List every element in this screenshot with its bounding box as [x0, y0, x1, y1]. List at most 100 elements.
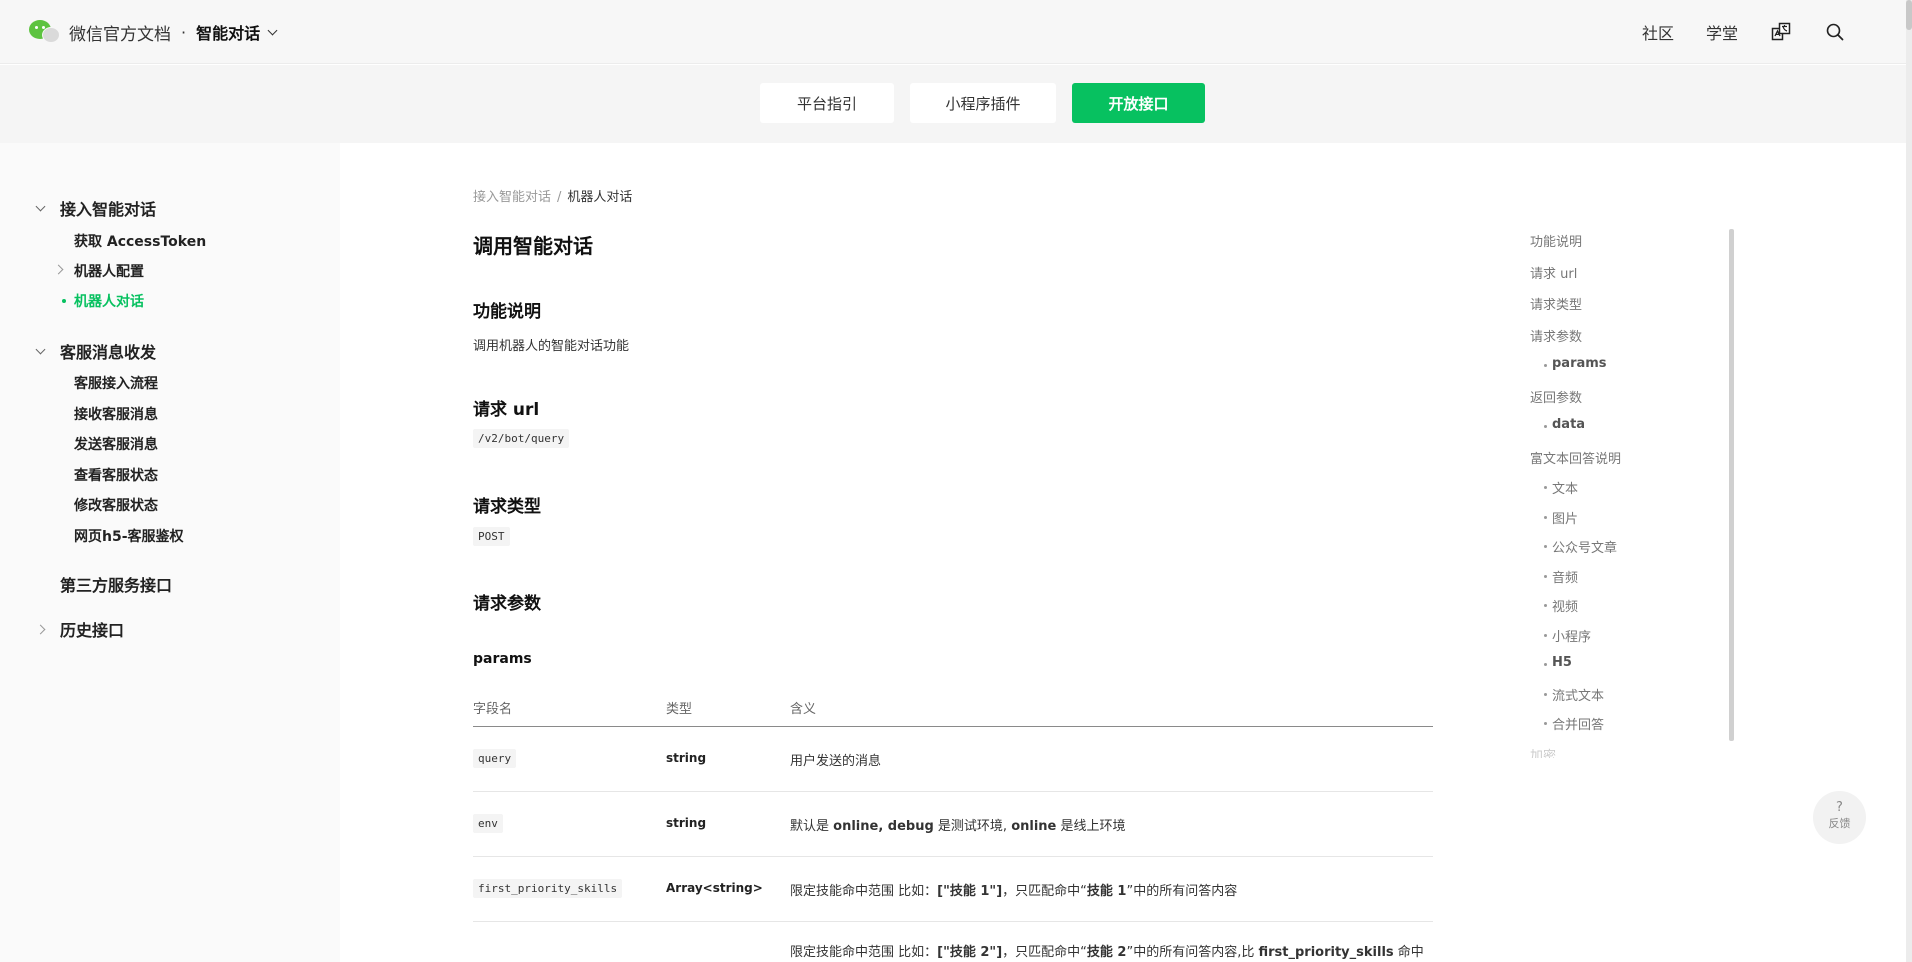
breadcrumb-current: 机器人对话: [567, 190, 633, 205]
desc-keyword: 技能 2: [1086, 945, 1127, 960]
toc-subitem[interactable]: 图片: [1544, 508, 1578, 527]
desc-keyword: 技能 1: [1086, 884, 1127, 899]
sidebar-item-cs-modify[interactable]: 修改客服状态: [74, 495, 158, 515]
field-name: env: [473, 814, 503, 833]
brand[interactable]: 微信官方文档 · 智能对话: [29, 18, 278, 46]
section-switcher[interactable]: 智能对话: [196, 20, 278, 44]
sidebar-item-access-token[interactable]: 获取 AccessToken: [74, 231, 206, 251]
breadcrumb-separator: /: [557, 190, 562, 205]
desc-text: 限定技能命中范围 比如：: [790, 884, 938, 899]
sidebar-item-cs-send[interactable]: 发送客服消息: [74, 434, 158, 454]
tab-open-api[interactable]: 开放接口: [1072, 83, 1205, 123]
chevron-down-icon: [267, 25, 278, 35]
translate-icon[interactable]: [1770, 21, 1792, 43]
toc-item[interactable]: 富文本回答说明: [1530, 448, 1621, 467]
toc-subitem-label: params: [1552, 356, 1607, 371]
search-icon[interactable]: [1824, 21, 1846, 43]
toc-subitem[interactable]: 视频: [1544, 596, 1578, 615]
section-name: 智能对话: [196, 24, 261, 43]
toc-subitem-label: 小程序: [1552, 630, 1592, 645]
sidebar-item-cs-receive[interactable]: 接收客服消息: [74, 404, 158, 424]
field-description: 用户发送的消息: [790, 754, 882, 769]
field-description: 限定技能命中范围 比如：["技能 1"]，只匹配命中“技能 1”中的所有问答内容: [790, 880, 1237, 899]
toc-subitem-label: 流式文本: [1552, 689, 1605, 704]
category-tabbar: 平台指引 小程序插件 开放接口: [0, 65, 1906, 143]
tab-miniprogram-plugin[interactable]: 小程序插件: [910, 83, 1056, 123]
header-nav: 社区 学堂: [1610, 20, 1846, 44]
nav-academy[interactable]: 学堂: [1706, 20, 1738, 44]
left-sidebar: 接入智能对话 获取 AccessToken 机器人配置 机器人对话 客服消息收发…: [0, 143, 340, 962]
toc-subitem[interactable]: 合并回答: [1544, 714, 1604, 733]
window-scrollbar[interactable]: [1906, 0, 1912, 962]
sidebar-group-label: 接入智能对话: [60, 200, 157, 219]
page-title: 调用智能对话: [473, 234, 593, 258]
sidebar-item-cs-status[interactable]: 查看客服状态: [74, 465, 158, 485]
section-heading-method: 请求类型: [473, 497, 541, 517]
field-name: first_priority_skills: [473, 879, 623, 898]
brand-name[interactable]: 微信官方文档: [69, 20, 171, 45]
sidebar-item-bot-config[interactable]: 机器人配置: [74, 261, 144, 281]
field-name: query: [473, 749, 517, 768]
toc-subitem[interactable]: 音频: [1544, 567, 1578, 586]
request-method-code: POST: [473, 527, 510, 546]
field-description: 默认是 online, debug 是测试环境, online 是线上环境: [790, 815, 1126, 834]
window-scrollbar-thumb[interactable]: [1906, 0, 1912, 30]
sidebar-group-history[interactable]: 历史接口: [32, 617, 124, 641]
brand-separator: ·: [181, 22, 187, 42]
params-heading: params: [473, 651, 532, 667]
feedback-button[interactable]: ? 反馈: [1813, 791, 1866, 844]
desc-text: 命中: [1393, 945, 1424, 960]
desc-keyword: first_priority_skills: [1258, 945, 1394, 960]
tab-platform-guide[interactable]: 平台指引: [760, 83, 894, 123]
toc-subitem[interactable]: 流式文本: [1544, 685, 1604, 704]
sidebar-item-cs-flow[interactable]: 客服接入流程: [74, 373, 158, 393]
table-row: env string 默认是 online, debug 是测试环境, onli…: [473, 792, 1433, 857]
category-tabs: 平台指引 小程序插件 开放接口: [760, 83, 1221, 123]
toc-item[interactable]: 请求 url: [1530, 263, 1577, 282]
toc-subitem[interactable]: params: [1544, 356, 1607, 371]
toc-item[interactable]: 请求类型: [1530, 294, 1582, 313]
table-of-contents: 功能说明 请求 url 请求类型 请求参数 params 返回参数 data 富…: [1530, 228, 1740, 758]
field-type: string: [666, 816, 707, 830]
sidebar-group-connect[interactable]: 接入智能对话: [32, 196, 156, 220]
feedback-label: 反馈: [1828, 817, 1851, 830]
question-mark-icon: ?: [1836, 800, 1843, 815]
request-url-code: /v2/bot/query: [473, 429, 570, 448]
sidebar-item-bot-chat[interactable]: 机器人对话: [74, 291, 144, 311]
column-header-field: 字段名: [473, 702, 513, 717]
desc-text: 是测试环境,: [933, 819, 1012, 834]
breadcrumb-parent[interactable]: 接入智能对话: [473, 190, 551, 205]
nav-community[interactable]: 社区: [1642, 20, 1674, 44]
table-row: 限定技能命中范围 比如：["技能 2"]，只匹配命中“技能 2”中的所有问答内容…: [473, 922, 1433, 962]
desc-keyword: ["技能 2"]: [937, 945, 1003, 960]
sidebar-item-cs-h5-auth[interactable]: 网页h5-客服鉴权: [74, 526, 184, 546]
toc-subitem-label: H5: [1552, 655, 1572, 670]
toc-item[interactable]: 加密: [1530, 745, 1556, 758]
toc-scrollbar[interactable]: [1729, 229, 1734, 741]
toc-item[interactable]: 功能说明: [1530, 231, 1582, 250]
toc-subitem[interactable]: 文本: [1544, 478, 1578, 497]
desc-keyword: ["技能 1"]: [937, 884, 1003, 899]
toc-item[interactable]: 请求参数: [1530, 326, 1582, 345]
section-heading-url: 请求 url: [473, 400, 540, 420]
sidebar-group-label: 客服消息收发: [60, 343, 157, 362]
sidebar-group-customer-service[interactable]: 客服消息收发: [32, 339, 156, 363]
desc-keyword: online: [833, 819, 879, 834]
toc-subitem[interactable]: 小程序: [1544, 626, 1591, 645]
section-heading-function: 功能说明: [473, 302, 541, 322]
section-heading-params: 请求参数: [473, 594, 541, 614]
toc-subitem[interactable]: H5: [1544, 655, 1572, 670]
toc-item[interactable]: 返回参数: [1530, 387, 1582, 406]
toc-subitem[interactable]: data: [1544, 417, 1585, 432]
toc-subitem-label: 视频: [1552, 600, 1579, 615]
desc-text: ，只匹配命中“: [1002, 945, 1087, 960]
desc-text: ”中的所有问答内容,比: [1126, 945, 1259, 960]
toc-subitem-label: 合并回答: [1552, 718, 1605, 733]
chevron-right-icon[interactable]: [53, 264, 64, 275]
active-bullet-icon: [62, 299, 66, 303]
toc-subitem-label: 音频: [1552, 571, 1579, 586]
chevron-down-icon: [32, 343, 48, 359]
toc-subitem[interactable]: 公众号文章: [1544, 537, 1617, 556]
params-table: 字段名 类型 含义 query string 用户发送的消息 env strin…: [473, 690, 1433, 962]
sidebar-group-third-party[interactable]: 第三方服务接口: [60, 572, 172, 596]
